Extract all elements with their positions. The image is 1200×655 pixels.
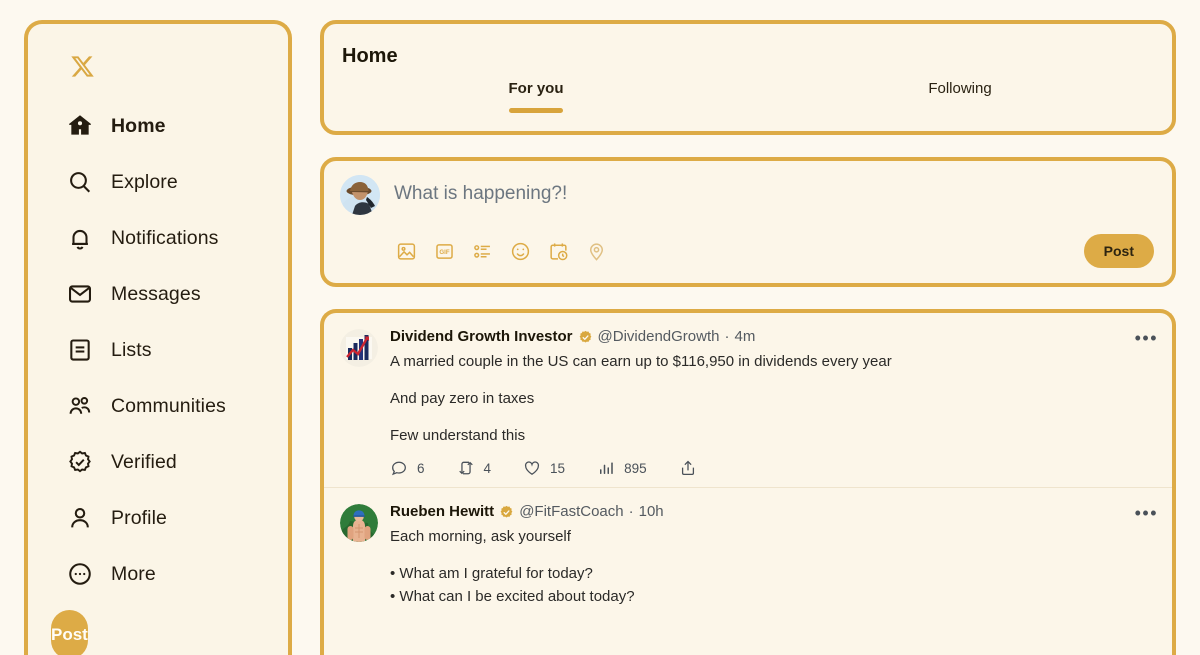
gif-icon[interactable]: GIF xyxy=(434,241,455,262)
tweet-timestamp: 10h xyxy=(638,503,664,521)
home-icon xyxy=(66,113,93,140)
poll-icon[interactable] xyxy=(472,241,493,262)
retweet-count: 4 xyxy=(483,460,492,476)
compose-top-row: What is happening?! xyxy=(340,175,1156,215)
tweet-text: Each morning, ask yourself • What am I g… xyxy=(390,525,1156,609)
tweet-actions: 6 4 15 895 xyxy=(390,459,1156,477)
compose-placeholder[interactable]: What is happening?! xyxy=(394,175,567,205)
tweet-body: Dividend Growth Investor @DividendGrowth… xyxy=(390,328,1156,477)
tab-following[interactable]: Following xyxy=(748,80,1172,113)
reply-button[interactable]: 6 xyxy=(390,459,425,477)
sidebar-item-profile[interactable]: Profile xyxy=(28,490,288,546)
envelope-icon xyxy=(66,281,93,308)
schedule-icon[interactable] xyxy=(548,241,569,262)
chart-avatar-image xyxy=(340,329,378,367)
compose-toolbar: GIF xyxy=(340,241,1156,262)
feed-tabs: For you Following xyxy=(324,80,1172,113)
share-icon xyxy=(681,460,694,476)
compose-tools: GIF xyxy=(340,241,607,262)
sidebar-item-label: Messages xyxy=(111,282,201,305)
sidebar-item-messages[interactable]: Messages xyxy=(28,266,288,322)
tweet-author-name[interactable]: Dividend Growth Investor xyxy=(390,328,573,346)
sidebar-item-label: Lists xyxy=(111,338,152,361)
tweet-separator: · xyxy=(724,328,730,345)
sidebar-item-notifications[interactable]: Notifications xyxy=(28,210,288,266)
tab-label: Following xyxy=(928,80,992,97)
avatar[interactable] xyxy=(340,175,380,215)
tweet-timestamp: 4m xyxy=(734,328,756,345)
verified-badge-icon xyxy=(499,505,514,520)
tweet-item[interactable]: Dividend Growth Investor @DividendGrowth… xyxy=(324,313,1172,487)
views-button[interactable]: 895 xyxy=(597,459,647,477)
like-count: 15 xyxy=(550,460,566,476)
tweet-separator: · xyxy=(628,503,634,521)
views-count: 895 xyxy=(624,460,647,476)
tweet-header: Dividend Growth Investor @DividendGrowth… xyxy=(390,328,1156,346)
sidebar-item-label: Profile xyxy=(111,506,167,529)
reply-icon xyxy=(391,461,406,476)
sidebar-item-label: Explore xyxy=(111,170,178,193)
verified-icon xyxy=(66,449,93,476)
tweet-paragraph: A married couple in the US can earn up t… xyxy=(390,352,892,370)
sidebar-item-communities[interactable]: Communities xyxy=(28,378,288,434)
feed-list: Dividend Growth Investor @DividendGrowth… xyxy=(320,309,1176,655)
sidebar-item-label: Notifications xyxy=(111,226,219,249)
search-icon xyxy=(66,169,93,196)
heart-icon xyxy=(525,461,540,476)
tweet-more-button[interactable]: ••• xyxy=(1135,504,1158,522)
sidebar-item-home[interactable]: Home xyxy=(28,98,288,154)
avatar[interactable] xyxy=(340,329,378,367)
tweet-paragraph: Each morning, ask yourself xyxy=(390,527,571,545)
tweet-text: A married couple in the US can earn up t… xyxy=(390,350,1156,448)
bell-icon xyxy=(66,225,93,252)
reply-count: 6 xyxy=(417,460,425,476)
retweet-button[interactable]: 4 xyxy=(457,459,492,477)
emoji-icon[interactable] xyxy=(510,241,531,262)
user-avatar-hat-image xyxy=(340,175,380,215)
avatar[interactable] xyxy=(340,504,378,543)
location-icon[interactable] xyxy=(586,241,607,262)
sidebar: Home Explore Notifications Messages List xyxy=(24,20,292,655)
compose-post-button[interactable]: Post xyxy=(1083,234,1154,268)
svg-text:GIF: GIF xyxy=(439,249,449,256)
sidebar-item-label: Communities xyxy=(111,394,226,417)
feed-header: Home For you Following xyxy=(320,20,1176,135)
tweet-paragraph: • What am I grateful for today? • What c… xyxy=(390,565,635,606)
tweet-item[interactable]: Rueben Hewitt @FitFastCoach · 10h Each m… xyxy=(324,487,1172,618)
tweet-more-button[interactable]: ••• xyxy=(1135,329,1158,347)
sidebar-item-lists[interactable]: Lists xyxy=(28,322,288,378)
tweet-header: Rueben Hewitt @FitFastCoach · 10h xyxy=(390,504,1156,521)
sidebar-post-button[interactable]: Post xyxy=(51,610,88,655)
share-button[interactable] xyxy=(679,459,697,477)
sidebar-item-label: More xyxy=(111,562,156,585)
retweet-icon xyxy=(458,461,473,475)
sidebar-item-label: Home xyxy=(111,114,166,137)
tweet-body: Rueben Hewitt @FitFastCoach · 10h Each m… xyxy=(390,504,1156,608)
communities-icon xyxy=(66,393,93,420)
x-app-root: Home Explore Notifications Messages List xyxy=(0,0,1200,655)
compose-box: What is happening?! GIF Post xyxy=(320,157,1176,287)
like-button[interactable]: 15 xyxy=(523,459,565,477)
sidebar-item-more[interactable]: More xyxy=(28,546,288,602)
sidebar-item-verified[interactable]: Verified xyxy=(28,434,288,490)
tweet-handle[interactable]: @DividendGrowth xyxy=(598,328,720,346)
tweet-author-name[interactable]: Rueben Hewitt xyxy=(390,504,494,521)
x-logo[interactable] xyxy=(64,48,100,84)
tab-label: For you xyxy=(508,80,564,97)
tweet-paragraph: And pay zero in taxes xyxy=(390,389,535,407)
tweet-handle[interactable]: @FitFastCoach xyxy=(519,504,623,521)
tweet-paragraph: Few understand this xyxy=(390,427,526,444)
lists-icon xyxy=(66,337,93,364)
page-title: Home xyxy=(342,45,398,67)
tab-for-you[interactable]: For you xyxy=(324,80,748,113)
fitness-avatar-image xyxy=(340,504,378,543)
image-icon[interactable] xyxy=(396,241,417,262)
verified-badge-icon xyxy=(578,330,593,345)
analytics-icon xyxy=(600,462,613,475)
person-icon xyxy=(66,505,93,532)
main-column: Home For you Following What is happening… xyxy=(320,20,1176,655)
sidebar-item-explore[interactable]: Explore xyxy=(28,154,288,210)
sidebar-item-label: Verified xyxy=(111,450,177,473)
more-circle-icon xyxy=(66,561,93,588)
